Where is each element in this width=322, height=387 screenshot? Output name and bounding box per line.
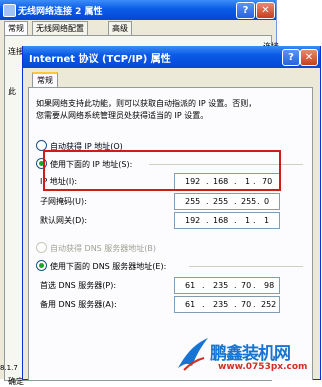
default-gateway-label: 默认网关(D):	[40, 216, 88, 225]
watermark-url: www.0753px.com	[218, 362, 308, 372]
network-icon	[3, 4, 16, 17]
default-gateway-field[interactable]: 192. 168. 1. 1	[174, 212, 280, 229]
background-window-title: 无线网络连接 2 属性	[18, 7, 103, 17]
description-line-2: 您需要从网络系统管理员处获得适当的 IP 设置。	[36, 111, 209, 120]
radio-checked-icon	[36, 260, 47, 271]
help-button[interactable]: ?	[236, 2, 255, 19]
manual-dns-label: 使用下面的 DNS 服务器地址(E):	[50, 262, 167, 271]
watermark-brand: 鹏鑫装机网	[210, 344, 291, 364]
bird-logo-icon	[178, 338, 208, 371]
dialog-title-bar: Internet 协议 (TCP/IP) 属性 ? ✕	[23, 46, 320, 68]
alternate-dns-label: 备用 DNS 服务器(A):	[40, 300, 117, 309]
dialog-close-button[interactable]: ✕	[300, 49, 318, 66]
close-button[interactable]: ✕	[256, 2, 275, 19]
radio-unchecked-icon	[36, 242, 47, 253]
description-line-1: 如果网络支持此功能，则可以获取自动指派的 IP 设置。否则，	[36, 99, 257, 108]
tcpip-properties-dialog: Internet 协议 (TCP/IP) 属性 ? ✕ 常规 如果网络支持此功能…	[22, 46, 321, 380]
subnet-mask-label: 子网掩码(U):	[40, 197, 87, 206]
preferred-dns-label: 首选 DNS 服务器(P):	[40, 281, 117, 290]
group-divider	[189, 266, 303, 267]
bg-fragment-this: 此	[8, 87, 16, 96]
subnet-mask-field[interactable]: 255. 255. 255. 0	[174, 193, 280, 210]
background-title-bar: 无线网络连接 2 属性 ? ✕	[0, 0, 276, 20]
dialog-help-button[interactable]: ?	[282, 49, 300, 66]
dialog-tab-general[interactable]: 常规	[32, 72, 58, 88]
manual-dns-radio[interactable]: 使用下面的 DNS 服务器地址(E):	[36, 260, 166, 272]
auto-dns-radio[interactable]: 自动获得 DNS 服务器地址(B)	[36, 242, 156, 254]
preferred-dns-field[interactable]: 61. 235. 70. 98	[174, 277, 280, 294]
dialog-panel: 如果网络支持此功能，则可以获取自动指派的 IP 设置。否则， 您需要从网络系统管…	[28, 87, 313, 380]
bg-status-text: 8.1.7	[0, 364, 18, 372]
alternate-dns-field[interactable]: 61. 235. 70. 252	[174, 296, 280, 313]
dialog-title: Internet 协议 (TCP/IP) 属性	[29, 54, 171, 65]
auto-dns-label: 自动获得 DNS 服务器地址(B)	[50, 244, 157, 253]
highlight-box	[43, 150, 281, 191]
tab-advanced[interactable]: 高级	[108, 21, 132, 35]
tab-wireless-config[interactable]: 无线网络配置	[32, 21, 88, 35]
tab-general[interactable]: 常规	[4, 21, 28, 35]
